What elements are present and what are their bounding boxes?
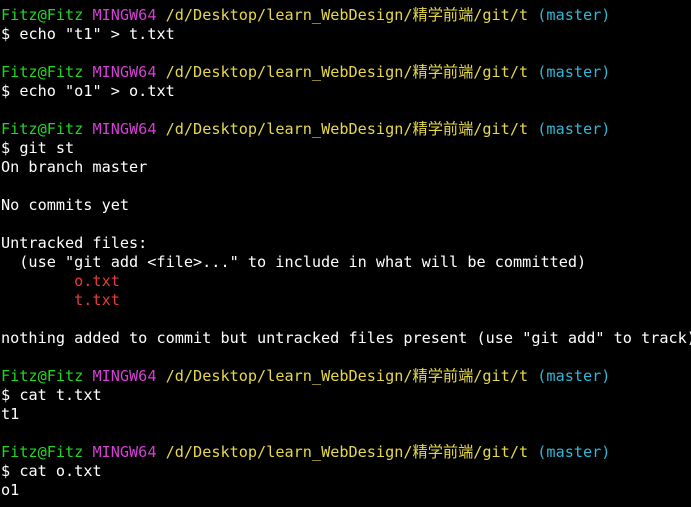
prompt-system: MINGW64 [92, 367, 157, 385]
prompt-line: Fitz@Fitz MINGW64 /d/Desktop/learn_WebDe… [1, 443, 691, 462]
prompt-path: /d/Desktop/learn_WebDesign/精学前端/git/t [165, 367, 529, 385]
command-line: $ echo "t1" > t.txt [1, 25, 691, 44]
prompt-system: MINGW64 [92, 443, 157, 461]
output-hint: (use "git add <file>..." to include in w… [19, 253, 587, 271]
output-on-branch: On branch master [1, 158, 148, 176]
prompt-user-host: Fitz@Fitz [1, 443, 84, 461]
untracked-file: t.txt [74, 291, 120, 309]
prompt-user-host: Fitz@Fitz [1, 6, 84, 24]
prompt-symbol: $ [1, 462, 11, 480]
prompt-symbol: $ [1, 386, 11, 404]
prompt-line: Fitz@Fitz MINGW64 /d/Desktop/learn_WebDe… [1, 6, 691, 25]
prompt-branch: (master) [537, 367, 611, 385]
prompt-symbol: $ [1, 139, 11, 157]
output-summary: nothing added to commit but untracked fi… [1, 329, 691, 347]
prompt-line: Fitz@Fitz MINGW64 /d/Desktop/learn_WebDe… [1, 63, 691, 82]
prompt-system: MINGW64 [92, 120, 157, 138]
prompt-branch: (master) [537, 6, 611, 24]
command-text: cat o.txt [19, 462, 102, 480]
prompt-symbol: $ [1, 25, 11, 43]
output-no-commits: No commits yet [1, 196, 130, 214]
prompt-user-host: Fitz@Fitz [1, 63, 84, 81]
prompt-user-host: Fitz@Fitz [1, 367, 84, 385]
command-line: $ cat t.txt [1, 386, 691, 405]
prompt-path: /d/Desktop/learn_WebDesign/精学前端/git/t [165, 6, 529, 24]
command-text: echo "o1" > o.txt [19, 82, 175, 100]
prompt-symbol: $ [1, 82, 11, 100]
prompt-user-host: Fitz@Fitz [1, 120, 84, 138]
output-line: o1 [1, 481, 20, 499]
command-line: $ git st [1, 139, 691, 158]
prompt-system: MINGW64 [92, 6, 157, 24]
output-line: t1 [1, 405, 20, 423]
prompt-path: /d/Desktop/learn_WebDesign/精学前端/git/t [165, 443, 529, 461]
prompt-branch: (master) [537, 63, 611, 81]
terminal-window[interactable]: Fitz@Fitz MINGW64 /d/Desktop/learn_WebDe… [0, 0, 691, 507]
command-line: $ cat o.txt [1, 462, 691, 481]
prompt-line: Fitz@Fitz MINGW64 /d/Desktop/learn_WebDe… [1, 120, 691, 139]
prompt-branch: (master) [537, 443, 611, 461]
output-untracked-header: Untracked files: [1, 234, 148, 252]
command-text: cat t.txt [19, 386, 102, 404]
prompt-branch: (master) [537, 120, 611, 138]
prompt-line: Fitz@Fitz MINGW64 /d/Desktop/learn_WebDe… [1, 367, 691, 386]
prompt-path: /d/Desktop/learn_WebDesign/精学前端/git/t [165, 63, 529, 81]
prompt-system: MINGW64 [92, 63, 157, 81]
command-text: git st [19, 139, 75, 157]
untracked-file: o.txt [74, 272, 120, 290]
command-line: $ echo "o1" > o.txt [1, 82, 691, 101]
prompt-path: /d/Desktop/learn_WebDesign/精学前端/git/t [165, 120, 529, 138]
command-text: echo "t1" > t.txt [19, 25, 175, 43]
